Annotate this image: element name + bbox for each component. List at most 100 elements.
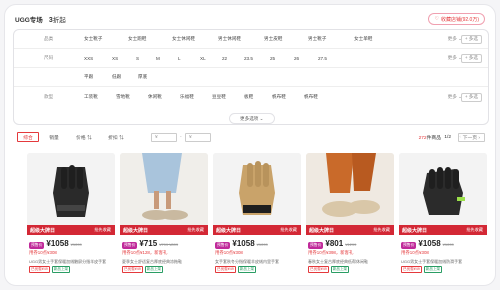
coupon-text: 用券10点¥308 xyxy=(29,250,57,255)
coupon-text: 用券10点¥308 xyxy=(401,250,429,255)
filter-option[interactable]: XXS xyxy=(84,56,93,61)
product-image-shoes[interactable] xyxy=(306,153,394,225)
price-min-input[interactable]: ¥ xyxy=(151,132,177,142)
more-button[interactable]: 更多 ⌄ xyxy=(448,36,462,42)
product-card[interactable]: 超级大牌日 抢先收藏 预售价 ¥715 ¥799 ¥899 用券10点¥128，新… xyxy=(120,153,208,279)
promo-banner: 超级大牌日 抢先收藏 xyxy=(120,225,208,235)
chevron-down-icon: ⌄ xyxy=(259,115,264,121)
presale-tag: 预售价 xyxy=(29,242,45,249)
coupon-text: 用券10点¥308 xyxy=(215,250,243,255)
original-price: ¥1099 xyxy=(442,242,454,247)
price-row: 预售价 ¥715 ¥799 ¥899 xyxy=(122,239,178,249)
price: ¥801 xyxy=(325,239,344,248)
filter-row-category: 品类 女士靴子 女士跑鞋 女士休闲鞋 男士休闲鞋 男士皮鞋 男士靴子 女士单鞋 … xyxy=(14,30,488,49)
filter-option[interactable]: 低跟 xyxy=(112,74,121,80)
product-image-gloves[interactable] xyxy=(27,153,115,225)
filter-option[interactable]: S xyxy=(136,56,139,61)
price-row: 预售价 ¥801 ¥1299 xyxy=(308,239,356,249)
badges: 已优惠¥49 新品上架 xyxy=(401,266,443,273)
sort-sales-button[interactable]: 销量 xyxy=(43,132,65,142)
range-separator: - xyxy=(180,134,182,140)
heart-icon: ♡ xyxy=(434,16,439,22)
brand-title: UGG专场 xyxy=(15,17,43,24)
filter-option[interactable]: 女士休闲鞋 xyxy=(172,36,195,42)
product-image-ski-gloves[interactable] xyxy=(399,153,487,225)
product-title[interactable]: 夏季女士舒适复古厚底经典凉拖鞋 xyxy=(122,259,206,265)
filter-option[interactable]: L xyxy=(178,56,181,61)
price-max-input[interactable]: ¥ xyxy=(185,132,211,142)
filter-option[interactable]: 厚底 xyxy=(138,74,147,80)
promo-banner: 超级大牌日 抢先收藏 xyxy=(399,225,487,235)
product-card[interactable]: 超级大牌日 抢先收藏 预售价 ¥1058 ¥1099 用券10点¥308 女手套秋… xyxy=(213,153,301,279)
original-price: ¥1099 xyxy=(70,242,82,247)
filter-option[interactable]: 休闲靴 xyxy=(148,94,162,100)
original-price: ¥1099 xyxy=(256,242,268,247)
badges: 已优惠¥49 新品上架 xyxy=(215,266,257,273)
filter-option[interactable]: XL xyxy=(200,56,206,61)
product-title[interactable]: UGG男女士手套保暖加绒触屏分指羊皮手套 xyxy=(29,259,113,265)
price-row: 预售价 ¥1058 ¥1099 xyxy=(29,239,82,249)
filter-panel: 品类 女士靴子 女士跑鞋 女士休闲鞋 男士休闲鞋 男士皮鞋 男士靴子 女士单鞋 … xyxy=(13,29,489,125)
favorite-store-button[interactable]: ♡ 收藏店铺(92.0万) xyxy=(428,13,485,25)
more-options-button[interactable]: 更多选项 ⌄ xyxy=(229,113,275,124)
multi-select-button[interactable]: + 多选 xyxy=(460,92,482,102)
product-title[interactable]: 女手套秋冬分指保暖羊皮绒内里手套 xyxy=(215,259,299,265)
filter-option[interactable]: 22 xyxy=(222,56,227,61)
filter-option[interactable]: M xyxy=(156,56,160,61)
sort-price-button[interactable]: 价格 ⇅ xyxy=(69,132,99,142)
product-card[interactable]: 超级大牌日 抢先收藏 预售价 ¥1058 ¥1099 用券10点¥308 UGG男… xyxy=(399,153,487,279)
filter-option[interactable]: 工装靴 xyxy=(84,94,98,100)
app-window: UGG专场 3折起 ♡ 收藏店铺(92.0万) 品类 女士靴子 女士跑鞋 女士休… xyxy=(4,4,496,286)
product-card[interactable]: 超级大牌日 抢先收藏 预售价 ¥801 ¥1299 用券10点¥398，新客礼 春… xyxy=(306,153,394,279)
filter-option[interactable]: 男士皮鞋 xyxy=(264,36,282,42)
filter-option[interactable]: 板鞋 xyxy=(244,94,253,100)
filter-option[interactable]: 27.5 xyxy=(318,56,327,61)
coupon-text: 用券10点¥128，新客礼 xyxy=(122,250,168,255)
product-card[interactable]: 超级大牌日 抢先收藏 预售价 ¥1058 ¥1099 用券10点¥308 UGG男… xyxy=(27,153,115,279)
badges: 已优惠¥49 新品上架 xyxy=(29,266,71,273)
filter-option[interactable]: 帆布鞋 xyxy=(304,94,318,100)
filter-label: 款型 xyxy=(44,94,54,99)
total-count: 272件商品 xyxy=(418,135,441,141)
filter-option[interactable]: 帆布鞋 xyxy=(272,94,286,100)
filter-row-style: 款型 工装靴 雪地靴 休闲靴 乐福鞋 豆豆鞋 板鞋 帆布鞋 帆布鞋 更多 ⌄ +… xyxy=(14,87,488,107)
filter-row-size: 尺码 XXS XS S M L XL 22 23.5 25 26 27.5 更多… xyxy=(14,49,488,68)
filter-option[interactable]: 25 xyxy=(270,56,275,61)
product-title[interactable]: UGG男女士手套保暖加绒防滑手套 xyxy=(401,259,485,265)
sort-discount-button[interactable]: 折扣 ⇅ xyxy=(101,132,131,142)
original-price: ¥1299 xyxy=(345,242,357,247)
price-row: 预售价 ¥1058 ¥1099 xyxy=(401,239,454,249)
price: ¥1058 xyxy=(418,239,441,248)
more-button[interactable]: 更多 ⌄ xyxy=(448,94,462,100)
promo-banner: 超级大牌日 抢先收藏 xyxy=(213,225,301,235)
filter-row-heel: 平跟 低跟 厚底 xyxy=(14,68,488,87)
filter-option[interactable]: 男士休闲鞋 xyxy=(218,36,241,42)
promo-banner: 超级大牌日 抢先收藏 xyxy=(306,225,394,235)
filter-option[interactable]: 豆豆鞋 xyxy=(212,94,226,100)
filter-option[interactable]: 女士单鞋 xyxy=(354,36,372,42)
product-title[interactable]: 春秋女士复古厚底经典低帮休闲鞋 xyxy=(308,259,392,265)
presale-tag: 预售价 xyxy=(401,242,417,249)
filter-option[interactable]: 女士跑鞋 xyxy=(128,36,146,42)
original-price: ¥799 ¥899 xyxy=(159,242,179,247)
header: UGG专场 3折起 ♡ 收藏店铺(92.0万) xyxy=(15,11,485,27)
multi-select-button[interactable]: + 多选 xyxy=(460,53,482,63)
filter-option[interactable]: 女士靴子 xyxy=(84,36,102,42)
filter-option[interactable]: 平跟 xyxy=(84,74,93,80)
filter-option[interactable]: 23.5 xyxy=(244,56,253,61)
next-page-button[interactable]: 下一页 › xyxy=(457,132,485,142)
badges: 已优惠¥49 新品上架 xyxy=(308,266,350,273)
filter-option[interactable]: 26 xyxy=(294,56,299,61)
product-image-sandals[interactable] xyxy=(120,153,208,225)
filter-option[interactable]: 乐福鞋 xyxy=(180,94,194,100)
multi-select-button[interactable]: + 多选 xyxy=(460,34,482,44)
filter-option[interactable]: XS xyxy=(112,56,118,61)
promo-banner: 超级大牌日 抢先收藏 xyxy=(27,225,115,235)
filter-option[interactable]: 雪地靴 xyxy=(116,94,130,100)
badges: 已优惠¥49 新品上架 xyxy=(122,266,164,273)
filter-option[interactable]: 男士靴子 xyxy=(308,36,326,42)
more-button[interactable]: 更多 ⌄ xyxy=(448,55,462,61)
price-row: 预售价 ¥1058 ¥1099 xyxy=(215,239,268,249)
sort-comprehensive-button[interactable]: 综合 xyxy=(17,132,39,142)
product-image-tan-gloves[interactable] xyxy=(213,153,301,225)
